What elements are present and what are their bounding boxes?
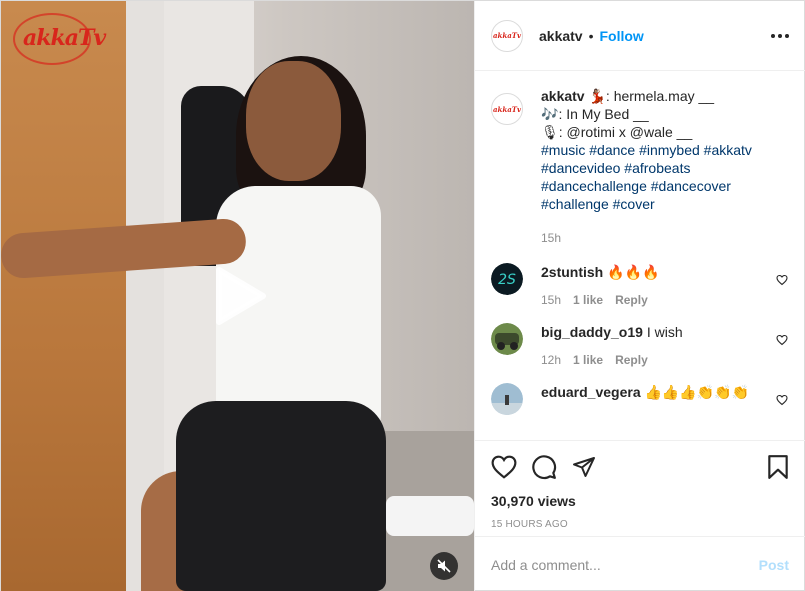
add-comment-bar: Post (475, 536, 805, 591)
save-bookmark-icon[interactable] (749, 447, 789, 487)
comment-username[interactable]: eduard_vegera (541, 384, 641, 400)
hashtag-line: #challenge #cover (541, 195, 752, 213)
hashtag-link[interactable]: #challenge (541, 196, 609, 212)
watermark-text: akkaTv (23, 25, 106, 51)
post-caption: akkaTv akkatv 💃🏽: hermela.may __ 🎶: In M… (491, 87, 789, 247)
caption-avatar[interactable]: akkaTv (491, 93, 523, 125)
comment-meta: 15h 1 like Reply (541, 293, 771, 307)
post-timestamp[interactable]: 15 HOURS AGO (491, 519, 789, 530)
hashtag-link[interactable]: #dancevideo (541, 160, 620, 176)
hashtag-link[interactable]: #dancechallenge (541, 178, 647, 194)
reply-button[interactable]: Reply (615, 293, 648, 307)
post-side-panel: akkaTv akkatv • Follow akkaTv akkatv 💃🏽:… (474, 1, 805, 591)
channel-watermark: akkaTv (13, 13, 106, 73)
hashtag-line: #dancevideo #afrobeats (541, 159, 752, 177)
comment-text: 🔥🔥🔥 (607, 264, 660, 280)
comment-username[interactable]: 2stuntish (541, 264, 603, 280)
comment-item: 2S 2stuntish 🔥🔥🔥 15h 1 like Reply (491, 263, 789, 307)
comment-avatar[interactable]: 2S (491, 263, 523, 295)
video-frame-shorts (176, 401, 386, 591)
hashtag-link[interactable]: #akkatv (704, 142, 752, 158)
heart-icon[interactable] (775, 393, 789, 407)
hashtag-link[interactable]: #dancecover (651, 178, 731, 194)
instagram-post: akkaTv akkaTv akkatv • Follow akkaTv akk… (0, 0, 805, 591)
video-frame-door (1, 1, 126, 591)
video-frame-shoes (386, 496, 474, 536)
like-heart-icon[interactable] (491, 447, 531, 487)
comment-username[interactable]: big_daddy_o19 (541, 324, 643, 340)
hashtag-line: #dancechallenge #dancecover (541, 177, 752, 195)
follow-button[interactable]: Follow (600, 28, 644, 44)
views-count[interactable]: 30,970 views (491, 493, 789, 509)
post-comment-button[interactable]: Post (759, 557, 789, 573)
comment-text: I wish (646, 324, 683, 340)
svg-text:2S: 2S (498, 272, 516, 288)
share-paper-plane-icon[interactable] (571, 447, 611, 487)
comment-likes[interactable]: 1 like (573, 353, 603, 367)
caption-avatar-logo-text: akkaTv (492, 104, 522, 114)
comment-bubble-icon[interactable] (531, 447, 571, 487)
heart-icon[interactable] (775, 333, 789, 347)
heart-icon[interactable] (775, 273, 789, 287)
caption-username[interactable]: akkatv (541, 88, 585, 104)
video-player[interactable]: akkaTv (1, 1, 474, 591)
music-emoji: 🎶 (541, 106, 559, 122)
caption-timestamp[interactable]: 15h (541, 229, 752, 247)
separator-dot: • (588, 27, 594, 44)
caption-line-dancer: : hermela.may __ (605, 88, 715, 104)
reply-button[interactable]: Reply (615, 353, 648, 367)
post-header: akkaTv akkatv • Follow (475, 1, 805, 71)
video-frame-face (246, 61, 341, 181)
caption-line-artists: : @rotimi x @wale __ (558, 124, 693, 140)
header-username[interactable]: akkatv (539, 28, 583, 44)
caption-line-song: : In My Bed __ (558, 106, 649, 122)
comment-avatar[interactable] (491, 323, 523, 355)
dancer-emoji: 💃🏽 (588, 88, 606, 104)
hashtag-link[interactable]: #cover (613, 196, 655, 212)
more-options-icon[interactable] (771, 33, 789, 38)
avatar-logo-text: akkaTv (492, 31, 522, 40)
avatar[interactable]: akkaTv (491, 19, 523, 52)
post-actions: 30,970 views 15 HOURS AGO (475, 440, 805, 536)
hashtag-link[interactable]: #inmybed (639, 142, 700, 158)
hashtag-link[interactable]: #dance (589, 142, 635, 158)
comment-time[interactable]: 15h (541, 293, 561, 307)
comment-time[interactable]: 12h (541, 353, 561, 367)
comment-body: big_daddy_o19 I wish 12h 1 like Reply (541, 323, 771, 367)
action-bar (491, 447, 789, 487)
hashtag-link[interactable]: #music (541, 142, 585, 158)
comment-body: 2stuntish 🔥🔥🔥 15h 1 like Reply (541, 263, 771, 307)
comment-meta: 12h 1 like Reply (541, 353, 771, 367)
comment-avatar[interactable] (491, 383, 523, 415)
comment-likes[interactable]: 1 like (573, 293, 603, 307)
comment-body: eduard_vegera 👍👍👍👏👏👏 (541, 383, 771, 415)
hashtag-link[interactable]: #afrobeats (624, 160, 690, 176)
play-icon[interactable] (201, 263, 273, 329)
muted-speaker-icon[interactable] (430, 552, 458, 580)
microphone-emoji: 🎙 (541, 124, 559, 140)
caption-text: akkatv 💃🏽: hermela.may __ 🎶: In My Bed _… (541, 87, 752, 247)
comments-section[interactable]: akkaTv akkatv 💃🏽: hermela.may __ 🎶: In M… (475, 71, 805, 440)
hashtag-line: #music #dance #inmybed #akkatv (541, 141, 752, 159)
add-comment-input[interactable] (491, 556, 759, 573)
comment-item: big_daddy_o19 I wish 12h 1 like Reply (491, 323, 789, 367)
comment-item: eduard_vegera 👍👍👍👏👏👏 (491, 383, 789, 415)
comment-text: 👍👍👍👏👏👏 (644, 384, 750, 400)
